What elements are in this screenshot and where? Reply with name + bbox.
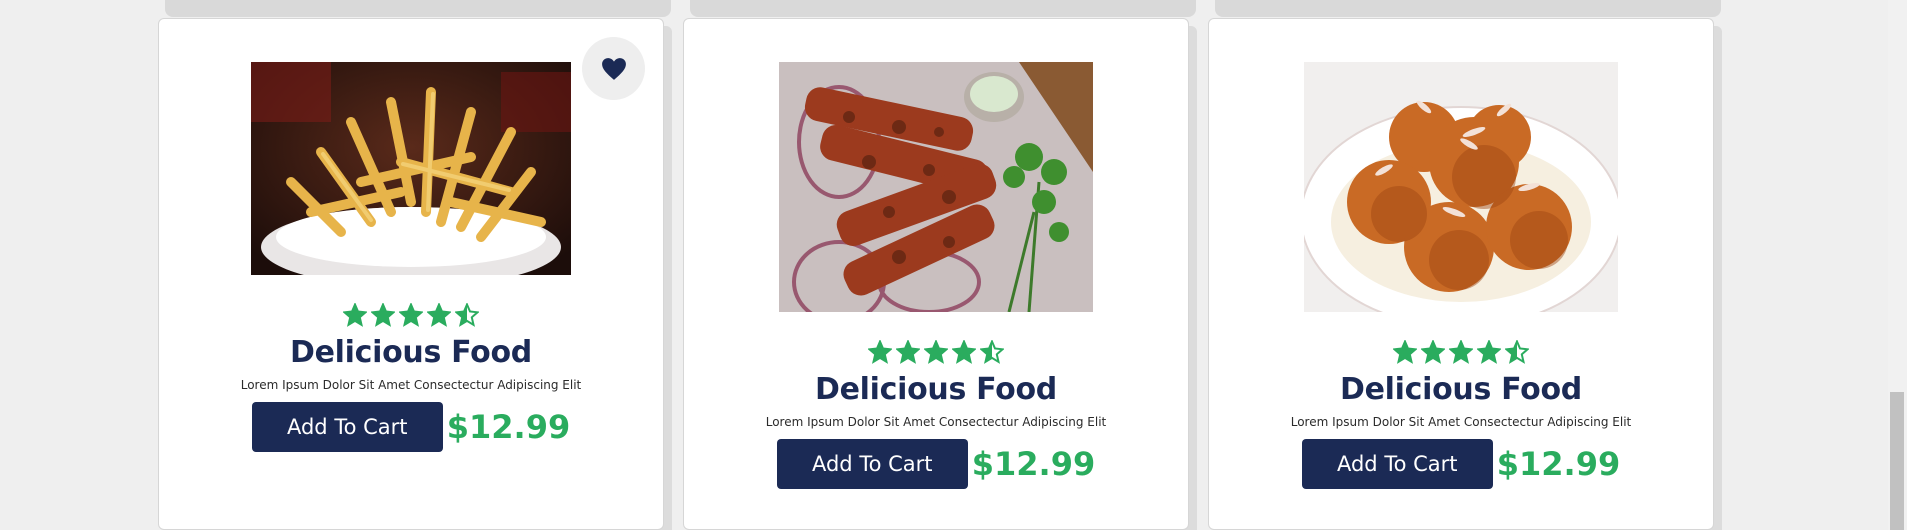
add-to-cart-button[interactable]: Add To Cart (251, 402, 443, 452)
card-above-edge (690, 0, 1196, 17)
product-price: $12.99 (1496, 445, 1621, 483)
cart-row: Add To Cart $12.99 (1301, 439, 1621, 489)
product-image-gulab-jamun (1304, 62, 1618, 312)
page-scrollbar[interactable] (1888, 0, 1907, 530)
favorite-button[interactable] (582, 37, 645, 100)
product-description: Lorem Ipsum Dolor Sit Amet Consectectur … (765, 415, 1107, 429)
star-full-icon (1477, 340, 1501, 364)
card-above-edge (165, 0, 671, 17)
product-description: Lorem Ipsum Dolor Sit Amet Consectectur … (240, 378, 582, 392)
product-image-french-fries (251, 62, 571, 275)
scrollbar-thumb[interactable] (1890, 392, 1904, 530)
star-half-icon (980, 340, 1004, 364)
cart-row: Add To Cart $12.99 (251, 402, 571, 452)
add-to-cart-button[interactable]: Add To Cart (776, 439, 968, 489)
rating-stars (1393, 340, 1529, 364)
product-price: $12.99 (446, 408, 571, 446)
star-full-icon (371, 303, 395, 327)
star-half-icon (1505, 340, 1529, 364)
star-full-icon (896, 340, 920, 364)
product-card: Delicious Food Lorem Ipsum Dolor Sit Ame… (158, 18, 664, 530)
star-full-icon (952, 340, 976, 364)
product-price: $12.99 (971, 445, 1096, 483)
card-above-edge (1215, 0, 1721, 17)
star-full-icon (924, 340, 948, 364)
product-description: Lorem Ipsum Dolor Sit Amet Consectectur … (1290, 415, 1632, 429)
rating-stars (868, 340, 1004, 364)
product-card: Delicious Food Lorem Ipsum Dolor Sit Ame… (683, 18, 1189, 530)
heart-icon (601, 57, 626, 80)
star-full-icon (343, 303, 367, 327)
star-full-icon (399, 303, 423, 327)
product-image-chicken-skewers (779, 62, 1093, 312)
star-full-icon (868, 340, 892, 364)
star-half-icon (455, 303, 479, 327)
star-full-icon (1393, 340, 1417, 364)
product-title: Delicious Food (815, 372, 1057, 407)
rating-stars (343, 303, 479, 327)
add-to-cart-button[interactable]: Add To Cart (1301, 439, 1493, 489)
star-full-icon (1421, 340, 1445, 364)
product-title: Delicious Food (1340, 372, 1582, 407)
star-full-icon (427, 303, 451, 327)
product-card: Delicious Food Lorem Ipsum Dolor Sit Ame… (1208, 18, 1714, 530)
cart-row: Add To Cart $12.99 (776, 439, 1096, 489)
product-title: Delicious Food (290, 335, 532, 370)
star-full-icon (1449, 340, 1473, 364)
